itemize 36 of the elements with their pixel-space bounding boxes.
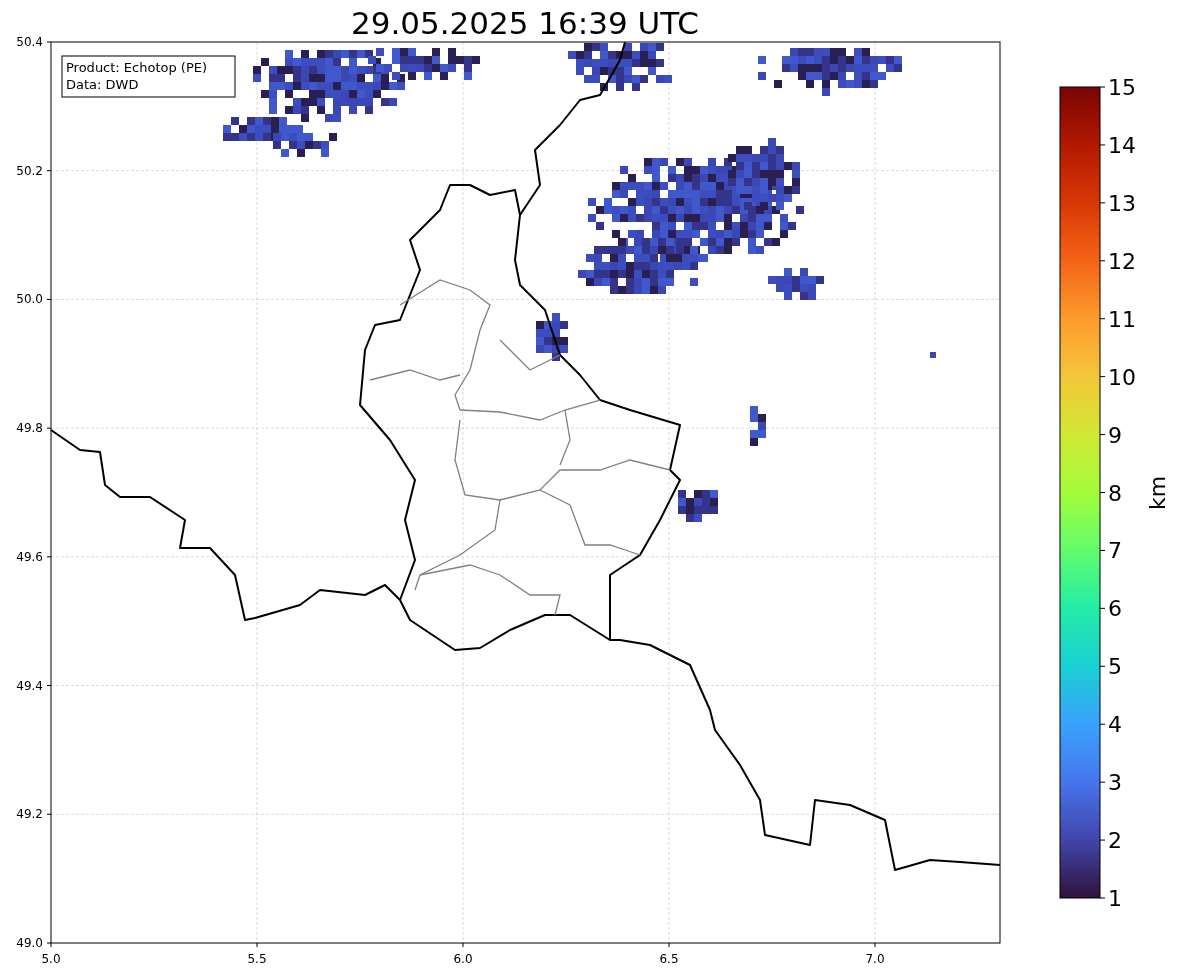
colorbar-tick-label: 7 bbox=[1108, 538, 1122, 564]
info-text: Product: Echotop (PE) bbox=[66, 60, 208, 75]
colorbar-tick-label: 6 bbox=[1108, 596, 1122, 622]
colorbar-tick-label: 2 bbox=[1108, 828, 1122, 854]
x-axis-tick-label: 6.5 bbox=[659, 952, 679, 966]
y-axis-tick-label: 49.0 bbox=[16, 936, 43, 950]
y-axis-tick-label: 50.2 bbox=[16, 163, 43, 178]
colorbar-tick-label: 1 bbox=[1108, 886, 1122, 911]
radar-echo-drawing bbox=[750, 406, 766, 446]
radar-echo-drawing bbox=[536, 313, 568, 361]
colorbar-tick-label: 5 bbox=[1108, 654, 1122, 680]
y-axis-tick-label: 49.2 bbox=[16, 807, 43, 822]
colorbar-tick-label: 11 bbox=[1108, 306, 1136, 332]
colorbar-tick-label: 10 bbox=[1108, 364, 1136, 390]
y-axis-tick-label: 50.4 bbox=[16, 35, 43, 49]
x-axis-tick-label: 5.0 bbox=[41, 952, 61, 966]
colorbar-tick-label: 13 bbox=[1108, 190, 1136, 216]
colorbar-label: km bbox=[1145, 475, 1170, 511]
colorbar-tick-label: 4 bbox=[1108, 712, 1122, 738]
colorbar-tick-label: 3 bbox=[1108, 770, 1122, 796]
colorbar-tick-label: 9 bbox=[1108, 422, 1122, 448]
y-axis-tick-label: 49.4 bbox=[16, 678, 43, 693]
colorbar-tick-label: 12 bbox=[1108, 248, 1136, 274]
colorbar-tick-label: 15 bbox=[1108, 75, 1136, 100]
radar-echo-drawing bbox=[930, 352, 936, 358]
colorbar-tick-label: 8 bbox=[1108, 480, 1122, 506]
colorbar-tick-label: 14 bbox=[1108, 132, 1136, 158]
y-axis-tick-label: 49.6 bbox=[16, 549, 43, 564]
chart-title: 29.05.2025 16:39 UTC bbox=[351, 5, 699, 41]
y-axis-tick-label: 50.0 bbox=[16, 292, 43, 307]
radar-echo-drawing bbox=[678, 490, 718, 522]
info-text: Data: DWD bbox=[66, 77, 139, 92]
x-axis-tick-label: 7.0 bbox=[865, 952, 885, 966]
y-axis-tick-label: 49.8 bbox=[16, 421, 43, 436]
x-axis-tick-label: 6.0 bbox=[453, 952, 473, 966]
x-axis-tick-label: 5.5 bbox=[247, 952, 267, 966]
